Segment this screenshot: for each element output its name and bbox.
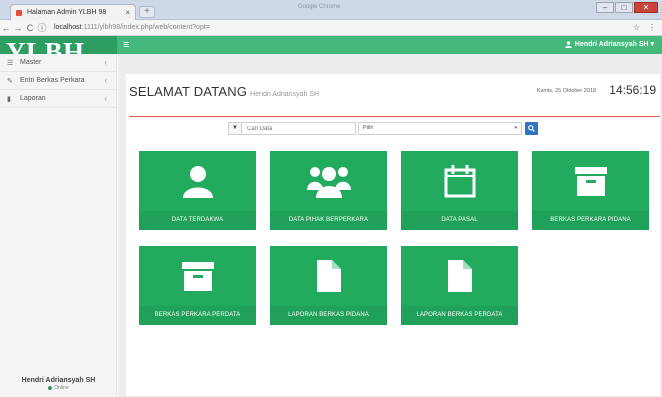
current-date: Kamis, 25 Oktober 2018 <box>536 88 596 94</box>
reload-icon[interactable]: C <box>24 23 36 33</box>
chevron-left-icon: ‹ <box>104 58 107 67</box>
sidebar-item-entri-berkas-perkara[interactable]: ✎ Entri Berkas Perkara ‹ <box>0 72 116 90</box>
edit-icon: ✎ <box>7 77 13 85</box>
tile-data-pasal[interactable]: DATA PASAL <box>401 151 518 230</box>
user-menu[interactable]: Hendri Adriansyah SH ▾ <box>565 40 654 48</box>
window-title: Google Chrome <box>298 4 341 10</box>
file-icon: ▮ <box>7 95 11 103</box>
search-icon <box>528 125 535 132</box>
maximize-icon[interactable]: □ <box>615 2 633 13</box>
browser-menu-icon[interactable]: ⋮ <box>648 23 656 32</box>
current-time: 14:56:19 <box>609 83 656 97</box>
browser-tab-bar: Halaman Admin YLBH 98 × + Google Chrome … <box>0 0 662 20</box>
top-navbar: ≡ Hendri Adriansyah SH ▾ <box>117 36 662 54</box>
page-subtitle: Hendri Adriansyah SH <box>250 91 320 98</box>
chevron-left-icon: ‹ <box>104 76 107 85</box>
chevron-left-icon: ‹ <box>104 94 107 103</box>
search-input[interactable] <box>242 122 356 135</box>
url-field[interactable]: localhost:1111/ylbh98/index.php/web/cont… <box>54 24 210 31</box>
document-icon <box>316 260 341 292</box>
sidebar-toggle-icon[interactable]: ≡ <box>123 39 129 51</box>
url-path: :1111/ylbh98/index.php/web/content?opt= <box>81 24 210 31</box>
document-icon <box>447 260 472 292</box>
sidebar: ☰ Master ‹ ✎ Entri Berkas Perkara ‹ ▮ La… <box>0 54 117 397</box>
content-area: SELAMAT DATANG Hendri Adriansyah SH Kami… <box>118 54 662 397</box>
caret-down-icon: ▾ <box>514 125 517 131</box>
sidebar-item-label: Entri Berkas Perkara <box>20 77 85 84</box>
sidebar-item-label: Laporan <box>20 95 46 102</box>
favicon-icon <box>16 9 22 16</box>
list-icon: ☰ <box>7 59 14 67</box>
back-icon[interactable]: ← <box>0 23 12 33</box>
sidebar-item-label: Master <box>20 59 42 66</box>
tile-berkas-perkara-pidana[interactable]: BERKAS PERKARA PIDANA <box>532 151 649 230</box>
header-divider <box>129 116 660 117</box>
page-title: SELAMAT DATANG <box>129 84 248 99</box>
browser-actions: ☆ ⋮ <box>633 23 662 32</box>
user-icon <box>182 166 213 198</box>
tile-label: BERKAS PERKARA PERDATA <box>154 312 241 318</box>
tab-title: Halaman Admin YLBH 98 <box>27 9 107 16</box>
forward-icon[interactable]: → <box>12 23 24 33</box>
tile-label: BERKAS PERKARA PIDANA <box>550 217 631 223</box>
page-header: SELAMAT DATANG Hendri Adriansyah SH <box>129 84 319 99</box>
category-select-value: Pilih <box>363 125 374 131</box>
tile-label: DATA PASAL <box>441 217 478 223</box>
sidebar-item-laporan[interactable]: ▮ Laporan ‹ <box>0 90 116 108</box>
user-menu-label: Hendri Adriansyah SH ▾ <box>574 41 654 48</box>
category-select[interactable]: Pilih ▾ <box>358 122 522 135</box>
tile-berkas-perkara-perdata[interactable]: BERKAS PERKARA PERDATA <box>139 246 256 325</box>
sidebar-user-panel: Hendri Adriansyah SH Online <box>0 377 117 391</box>
tile-label: DATA PIHAK BERPERKARA <box>288 217 369 223</box>
bookmark-star-icon[interactable]: ☆ <box>633 23 640 32</box>
url-host: localhost <box>54 24 82 31</box>
users-icon <box>306 167 351 198</box>
calendar-icon <box>444 165 475 198</box>
close-window-icon[interactable]: ✕ <box>634 2 658 13</box>
minimize-icon[interactable]: – <box>596 2 614 13</box>
search-bar: ▼ Pilih ▾ <box>228 122 538 135</box>
tile-laporan-berkas-perdata[interactable]: LAPORAN BERKAS PERDATA <box>401 246 518 325</box>
archive-icon <box>181 262 214 291</box>
user-status-label: Online <box>54 385 69 391</box>
archive-icon <box>574 167 607 196</box>
window-controls: – □ ✕ <box>596 2 658 13</box>
tile-laporan-berkas-pidana[interactable]: LAPORAN BERKAS PIDANA <box>270 246 387 325</box>
tab-close-icon[interactable]: × <box>125 8 130 17</box>
online-dot-icon <box>48 386 53 390</box>
tile-data-pihak-berperkara[interactable]: DATA PIHAK BERPERKARA <box>270 151 387 230</box>
address-bar: ← → C ⓘ localhost:1111/ylbh98/index.php/… <box>0 20 662 36</box>
sidebar-user-name: Hendri Adriansyah SH <box>21 377 96 384</box>
user-status: Online <box>0 385 117 391</box>
site-info-icon[interactable]: ⓘ <box>36 21 48 34</box>
tile-data-terdakwa[interactable]: DATA TERDAKWA <box>139 151 256 230</box>
search-button[interactable] <box>525 122 538 135</box>
sidebar-item-master[interactable]: ☰ Master ‹ <box>0 54 116 72</box>
filter-icon[interactable]: ▼ <box>228 122 242 135</box>
user-icon <box>565 40 572 48</box>
tile-label: DATA TERDAKWA <box>171 217 224 223</box>
tile-label: LAPORAN BERKAS PIDANA <box>288 312 369 318</box>
browser-tab[interactable]: Halaman Admin YLBH 98 × <box>10 4 136 20</box>
tile-label: LAPORAN BERKAS PERDATA <box>416 312 503 318</box>
new-tab-button[interactable]: + <box>139 6 155 18</box>
